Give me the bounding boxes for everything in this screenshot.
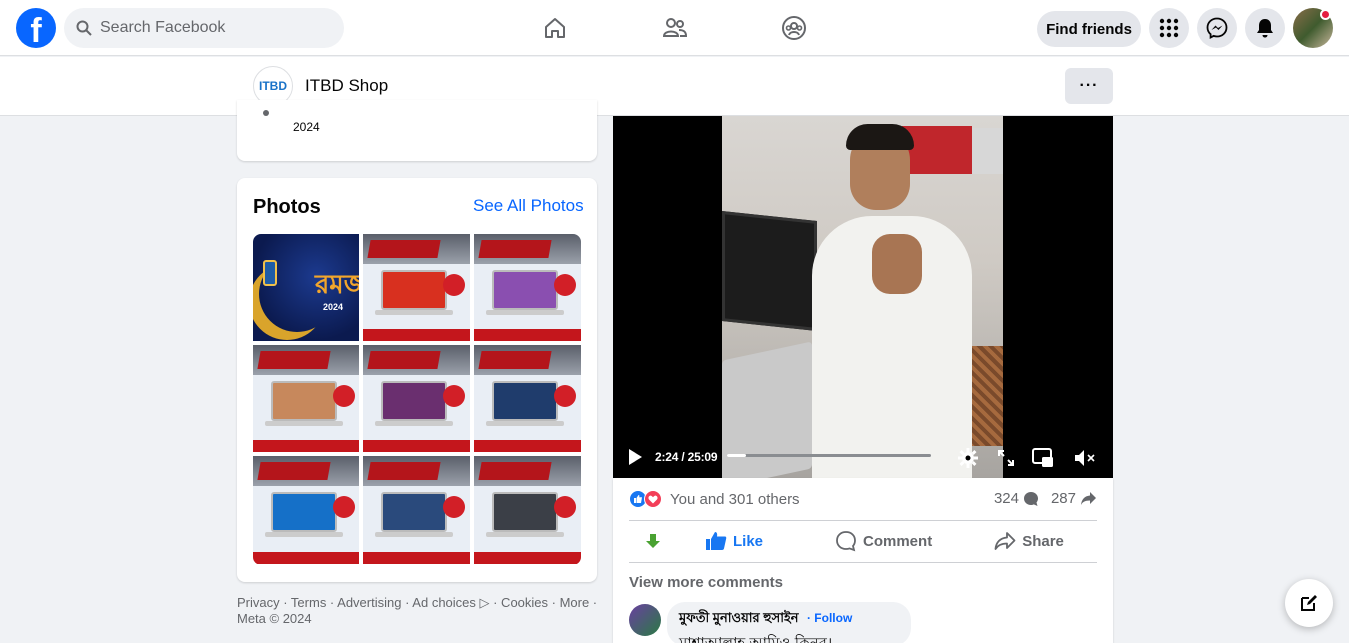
- photos-title: Photos: [253, 196, 321, 218]
- friends-icon: [662, 18, 688, 37]
- post-action-bar: Like Comment Share: [629, 521, 1097, 561]
- share-icon: [994, 532, 1016, 550]
- page-name[interactable]: ITBD Shop: [305, 76, 388, 96]
- comment-icon: [836, 531, 856, 552]
- home-icon: [545, 18, 565, 38]
- mute-button[interactable]: [1073, 446, 1097, 470]
- comment-count[interactable]: 324: [994, 490, 1019, 507]
- share-arrow-icon: [1081, 492, 1096, 505]
- notifications-button[interactable]: [1245, 8, 1285, 48]
- video-controls: 2:24 / 25:09: [613, 438, 1113, 478]
- reaction-summary[interactable]: You and 301 others: [629, 489, 800, 509]
- video-frame: [722, 116, 1003, 478]
- photos-card: Photos See All Photos রমজান 2024: [237, 178, 597, 582]
- notifications-icon: [1257, 19, 1273, 38]
- photo-tile[interactable]: [474, 456, 581, 564]
- video-time: 2:24 / 25:09: [655, 450, 718, 464]
- menu-grid-icon: [1159, 18, 1179, 38]
- comment-label: Comment: [863, 532, 933, 550]
- laptop-open: [722, 211, 817, 331]
- share-button[interactable]: Share: [994, 531, 1064, 551]
- compose-icon: [1301, 595, 1317, 611]
- commenter-name[interactable]: মুফতী মুনাওয়ার হুসাইন: [679, 610, 799, 625]
- intro-year: 2024: [293, 120, 320, 134]
- video-player[interactable]: [613, 116, 1113, 478]
- share-count[interactable]: 287: [1051, 490, 1076, 507]
- engagement-counts: 324 287: [994, 490, 1097, 507]
- photo-ramadan-year: 2024: [323, 302, 344, 312]
- photo-tile[interactable]: [363, 234, 470, 341]
- video-progress-track[interactable]: [727, 454, 931, 457]
- photo-grid: রমজান 2024: [253, 234, 581, 565]
- footer-links[interactable]: Privacy · Terms · Advertising · Ad choic…: [237, 595, 607, 627]
- photo-tile[interactable]: [253, 456, 359, 564]
- new-message-button[interactable]: [1285, 579, 1333, 627]
- search-box[interactable]: [64, 8, 344, 48]
- follow-link[interactable]: · Follow: [807, 611, 852, 625]
- messenger-button[interactable]: [1197, 8, 1237, 48]
- fullscreen-button[interactable]: [994, 446, 1018, 470]
- play-icon[interactable]: [629, 449, 642, 465]
- top-navigation-bar: f Find friends: [0, 0, 1349, 56]
- fullscreen-icon: [998, 450, 1014, 466]
- menu-button[interactable]: [1149, 8, 1189, 48]
- down-arrow-icon: [646, 534, 660, 548]
- person-hair: [846, 124, 914, 150]
- thumbs-up-icon: [706, 532, 727, 550]
- notification-dot: [1320, 9, 1331, 20]
- lantern-icon: [263, 260, 277, 286]
- see-all-photos-link[interactable]: See All Photos: [473, 196, 584, 216]
- background-laptop: [902, 126, 972, 174]
- facebook-logo[interactable]: f: [16, 8, 56, 48]
- view-more-comments-link[interactable]: View more comments: [629, 574, 783, 591]
- groups-nav-button[interactable]: [778, 12, 810, 44]
- share-label: Share: [1022, 532, 1064, 550]
- commenter-avatar[interactable]: [629, 604, 661, 636]
- search-icon: [76, 20, 92, 36]
- home-nav-button[interactable]: [539, 12, 571, 44]
- search-input[interactable]: [100, 19, 320, 37]
- settings-button[interactable]: [956, 446, 980, 470]
- page-more-button[interactable]: ···: [1065, 68, 1113, 104]
- reaction-count-text: You and 301 others: [670, 490, 800, 508]
- messenger-icon: [1206, 17, 1228, 39]
- love-reaction-icon: [644, 490, 662, 508]
- groups-icon: [782, 16, 806, 40]
- intro-icon: [263, 110, 269, 116]
- background-laptop: [972, 128, 1003, 174]
- friends-nav-button[interactable]: [659, 12, 691, 44]
- gear-icon: [958, 448, 978, 468]
- person-hand: [872, 234, 922, 294]
- photo-tile[interactable]: [363, 345, 470, 452]
- comment-bubble-icon: [1023, 491, 1038, 506]
- find-friends-button[interactable]: Find friends: [1037, 11, 1141, 47]
- like-label: Like: [733, 532, 764, 550]
- video-progress-fill: [727, 454, 747, 457]
- comment-bubble: মুফতী মুনাওয়ার হুসাইন · Follow মাশাআল্ল…: [667, 602, 911, 643]
- comment-text: মাশাআল্লাহ আমিও কিনব।: [679, 632, 899, 643]
- divider: [629, 562, 1097, 563]
- photo-tile[interactable]: রমজান 2024: [253, 234, 359, 341]
- page-header-bar: ITBD ITBD Shop ···: [0, 57, 1349, 116]
- photo-tile[interactable]: [253, 345, 359, 452]
- post-footer-card: You and 301 others 324 287 Like Comment …: [613, 478, 1113, 643]
- photo-tile[interactable]: [474, 345, 581, 452]
- like-button[interactable]: Like: [705, 531, 763, 551]
- downvote-button[interactable]: [629, 532, 677, 550]
- pip-button[interactable]: [1031, 446, 1055, 470]
- comment-button[interactable]: Comment: [835, 530, 932, 552]
- picture-in-picture-icon: [1032, 448, 1053, 467]
- photo-tile[interactable]: [474, 234, 581, 341]
- muted-speaker-icon: [1075, 450, 1095, 466]
- intro-card: 2024: [237, 100, 597, 161]
- photo-tile[interactable]: [363, 456, 470, 564]
